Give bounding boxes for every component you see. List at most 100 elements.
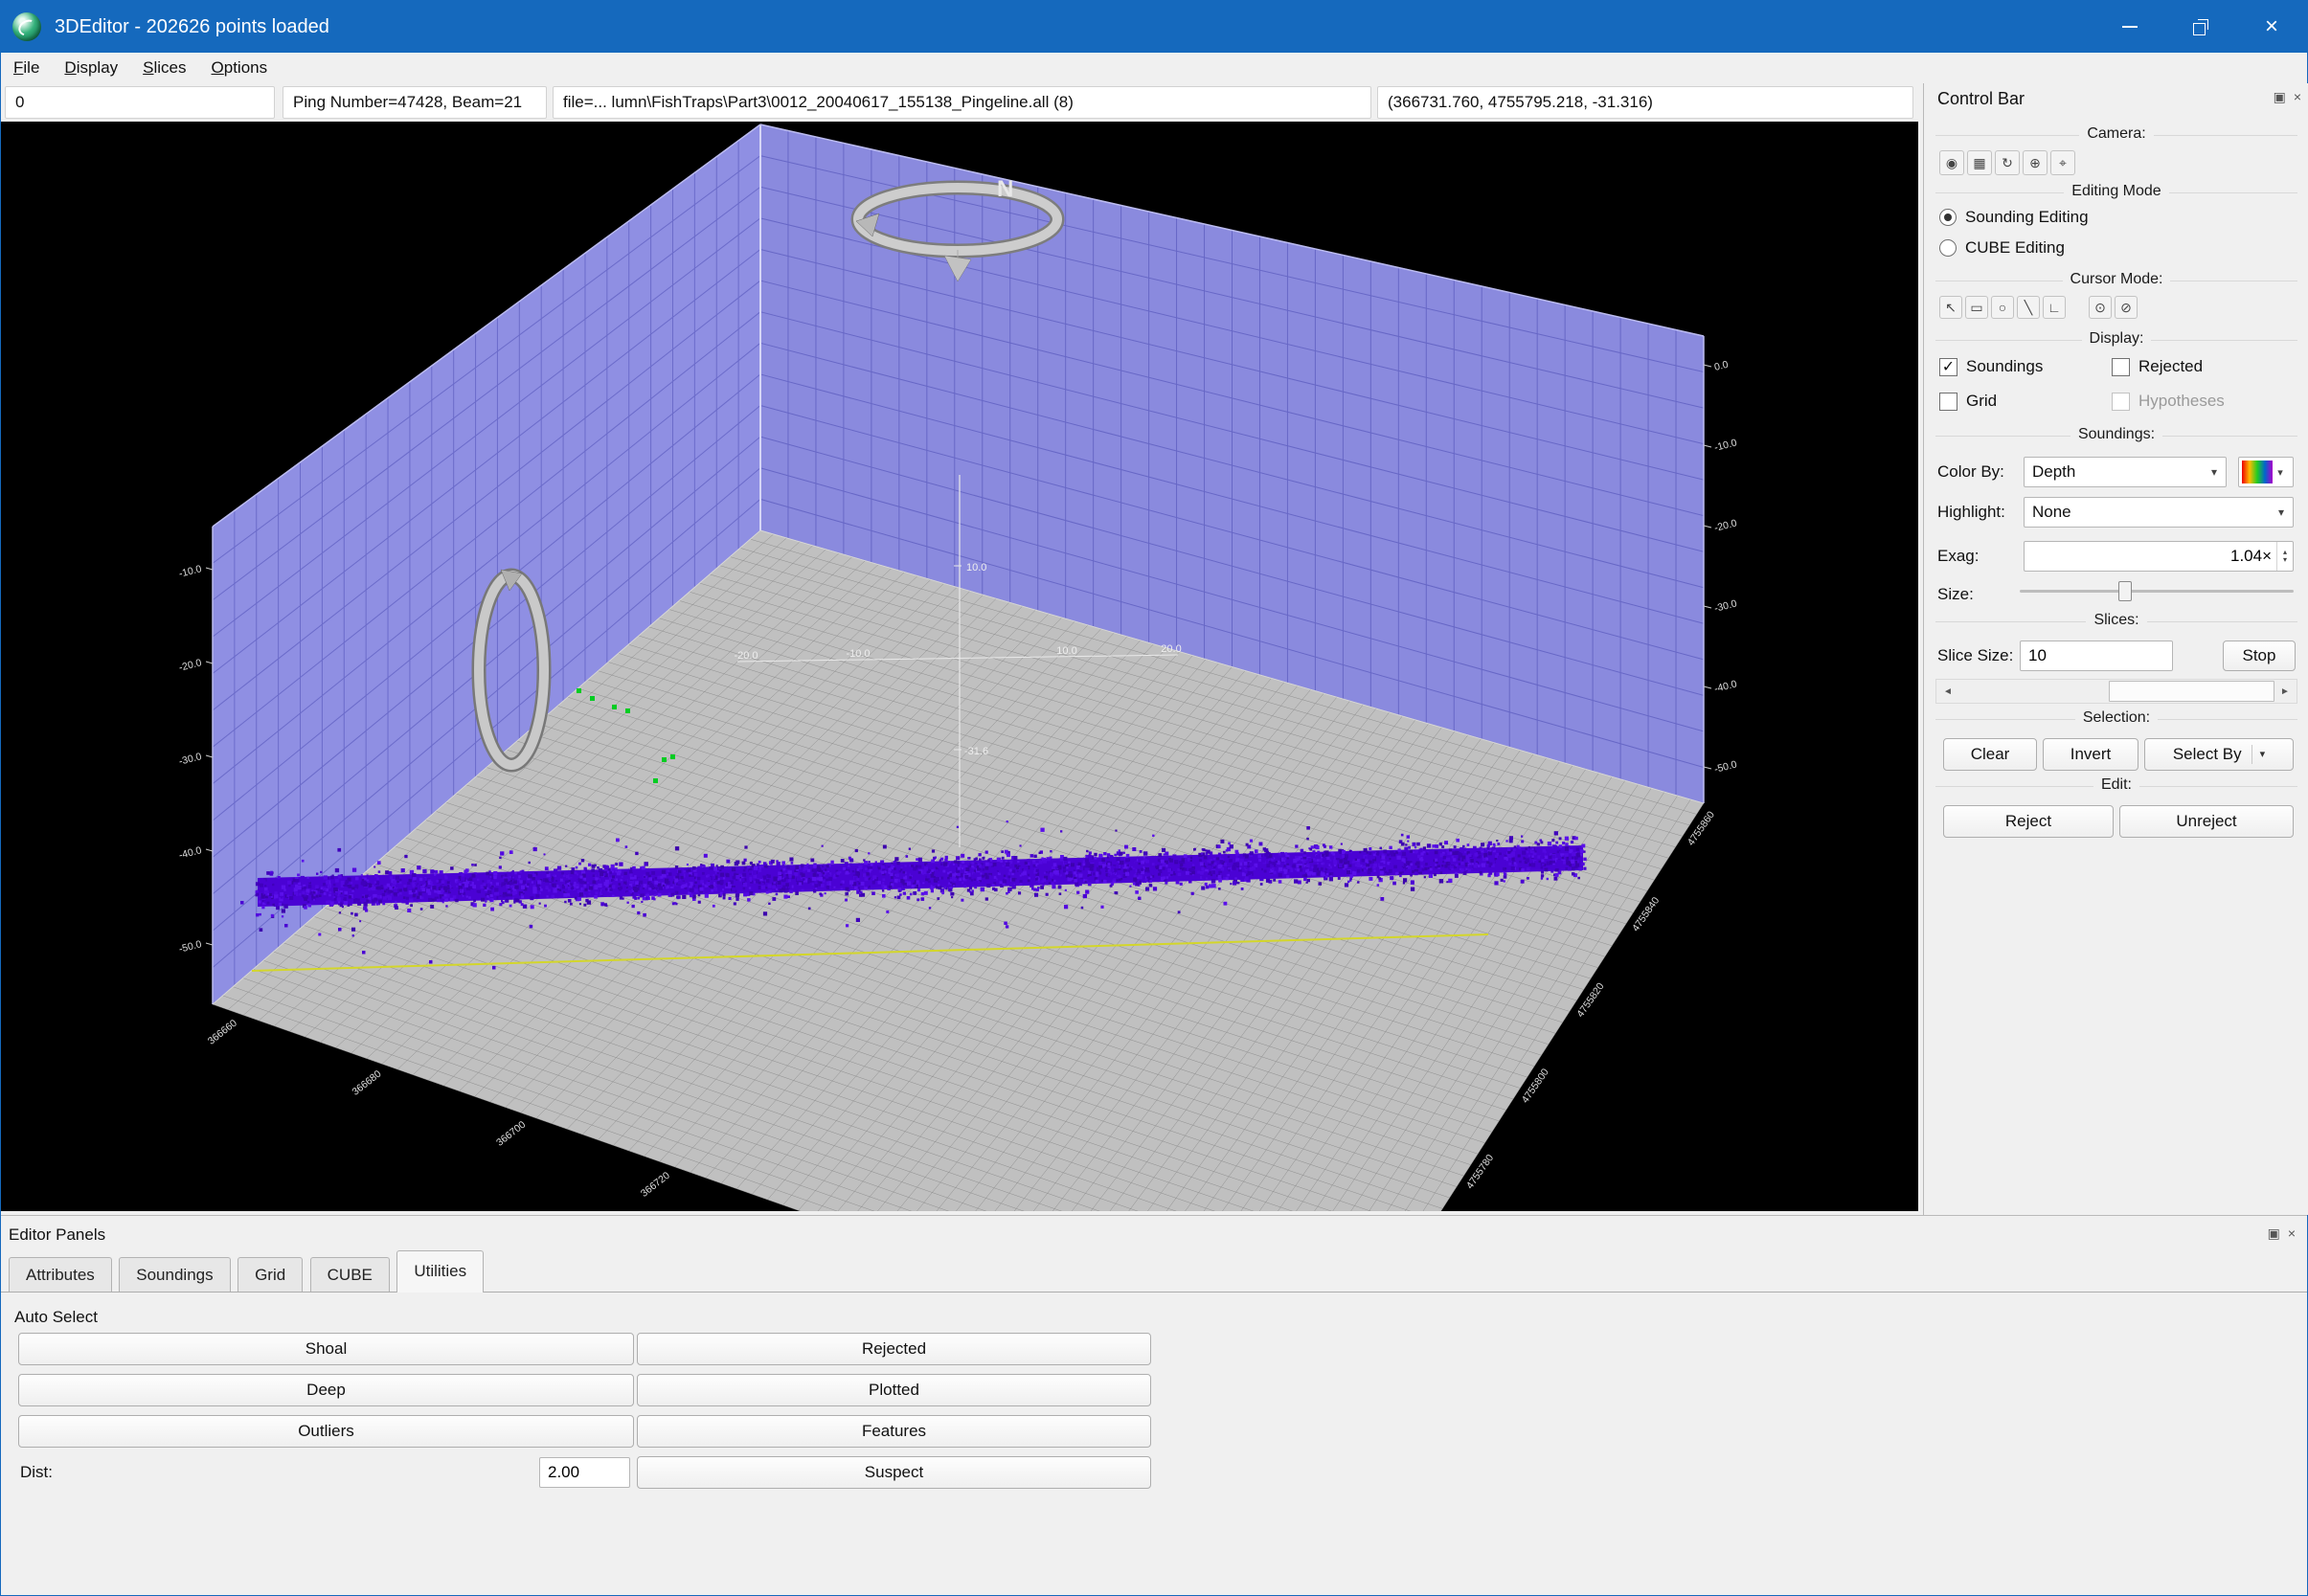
slice-scrollbar[interactable]: ◄ ► xyxy=(1935,679,2297,704)
colormap-button[interactable]: ▾ xyxy=(2238,457,2294,487)
cursor-line-button[interactable]: ╲ xyxy=(2017,296,2040,319)
colormap-icon xyxy=(2242,461,2273,483)
tab-grid[interactable]: Grid xyxy=(238,1257,303,1293)
tab-soundings[interactable]: Soundings xyxy=(119,1257,230,1293)
slices-section-label: Slices: xyxy=(2086,612,2146,629)
size-slider[interactable] xyxy=(2020,579,2294,603)
cursor-point-remove-button[interactable]: ⊘ xyxy=(2115,296,2138,319)
auto-select-suspect-button[interactable]: Suspect xyxy=(637,1456,1151,1489)
highlight-label: Highlight: xyxy=(1937,503,2005,522)
exag-label: Exag: xyxy=(1937,547,1979,566)
dock-float-icon[interactable]: ▣ xyxy=(2274,89,2286,105)
svg-text:-20.0: -20.0 xyxy=(734,650,758,662)
svg-text:-31.6: -31.6 xyxy=(964,746,988,757)
scroll-right-icon[interactable]: ► xyxy=(2274,680,2297,703)
svg-text:-10.0: -10.0 xyxy=(846,648,870,660)
spin-down-icon: ▾ xyxy=(2283,556,2287,564)
auto-select-outliers-button[interactable]: Outliers xyxy=(18,1415,634,1448)
svg-text:10.0: 10.0 xyxy=(1056,645,1076,657)
chevron-down-icon: ▾ xyxy=(2273,466,2288,479)
svg-text:20.0: 20.0 xyxy=(1161,643,1181,655)
menu-options[interactable]: Options xyxy=(199,53,281,83)
slice-size-input[interactable] xyxy=(2020,641,2173,671)
auto-select-label: Auto Select xyxy=(14,1308,98,1327)
select-by-button[interactable]: Select By▾ xyxy=(2144,738,2294,771)
status-count-field: 0 xyxy=(5,86,275,119)
dock-float-icon[interactable]: ▣ xyxy=(2268,1225,2280,1242)
scrollbar-thumb[interactable] xyxy=(2109,681,2274,702)
dist-input[interactable] xyxy=(539,1457,630,1488)
unreject-button[interactable]: Unreject xyxy=(2119,805,2294,838)
minimize-button[interactable] xyxy=(2094,1,2165,53)
auto-select-plotted-button[interactable]: Plotted xyxy=(637,1374,1151,1406)
status-ping-beam-field: Ping Number=47428, Beam=21 xyxy=(283,86,547,119)
camera-reset-button[interactable]: ⌖ xyxy=(2050,150,2075,175)
selection-section-label: Selection: xyxy=(2075,709,2158,727)
radio-sounding-editing[interactable]: Sounding Editing xyxy=(1939,208,2089,227)
svg-text:N: N xyxy=(997,176,1013,202)
display-section-label: Display: xyxy=(2082,330,2152,348)
control-bar: Control Bar ▣ × Camera: ◉ ▦ ↻ ⊕ ⌖ Editin… xyxy=(1923,83,2308,1215)
scroll-left-icon[interactable]: ◄ xyxy=(1936,680,1959,703)
auto-select-deep-button[interactable]: Deep xyxy=(18,1374,634,1406)
camera-rotate-button[interactable]: ↻ xyxy=(1995,150,2020,175)
title-bar: 3DEditor - 202626 points loaded × xyxy=(1,1,2307,53)
camera-zoom-button[interactable]: ⊕ xyxy=(2023,150,2048,175)
control-bar-title: Control Bar xyxy=(1937,89,2025,109)
app-window: 3DEditor - 202626 points loaded × File D… xyxy=(0,0,2308,1596)
editor-panels: Editor Panels ▣ × Attributes Soundings G… xyxy=(1,1215,2307,1595)
auto-select-features-button[interactable]: Features xyxy=(637,1415,1151,1448)
checkbox-soundings[interactable]: ✓Soundings xyxy=(1939,357,2043,376)
radio-cube-editing[interactable]: CUBE Editing xyxy=(1939,238,2065,258)
cursor-select-button[interactable]: ↖ xyxy=(1939,296,1962,319)
menu-display[interactable]: Display xyxy=(52,53,130,83)
exag-spinner[interactable]: ▴▾ xyxy=(2276,542,2293,571)
cursor-lasso-select-button[interactable]: ○ xyxy=(1991,296,2014,319)
cursor-rect-select-button[interactable]: ▭ xyxy=(1965,296,1988,319)
slider-track xyxy=(2020,590,2294,593)
3d-viewport[interactable]: N10.0-31.6-20.0-10.010.020.00.0-10.0-20.… xyxy=(1,122,1918,1211)
cursor-corner-button[interactable]: ∟ xyxy=(2043,296,2066,319)
editor-tab-bar: Attributes Soundings Grid CUBE Utilities xyxy=(9,1248,2307,1293)
chevron-down-icon: ▾ xyxy=(2203,465,2226,479)
clear-button[interactable]: Clear xyxy=(1943,738,2037,771)
checkbox-rejected[interactable]: Rejected xyxy=(2112,357,2203,376)
menu-file[interactable]: File xyxy=(1,53,52,83)
slice-size-label: Slice Size: xyxy=(1937,646,2013,665)
reject-button[interactable]: Reject xyxy=(1943,805,2114,838)
status-bar: 0 Ping Number=47428, Beam=21 file=... lu… xyxy=(1,83,1918,122)
size-label: Size: xyxy=(1937,585,1974,604)
stop-button[interactable]: Stop xyxy=(2223,641,2296,671)
cursor-point-add-button[interactable]: ⊙ xyxy=(2089,296,2112,319)
dock-close-icon[interactable]: × xyxy=(2288,1225,2296,1242)
auto-select-rejected-button[interactable]: Rejected xyxy=(637,1333,1151,1365)
menu-bar: File Display Slices Options xyxy=(1,53,2307,83)
exag-input[interactable] xyxy=(2025,542,2276,571)
maximize-button[interactable] xyxy=(2165,1,2236,53)
tab-attributes[interactable]: Attributes xyxy=(9,1257,112,1293)
close-button[interactable]: × xyxy=(2236,1,2307,53)
status-coordinates-field: (366731.760, 4755795.218, -31.316) xyxy=(1377,86,1913,119)
chevron-down-icon: ▾ xyxy=(2251,745,2266,764)
dock-close-icon[interactable]: × xyxy=(2294,89,2301,105)
camera-orbit-button[interactable]: ◉ xyxy=(1939,150,1964,175)
status-file-field: file=... lumn\FishTraps\Part3\0012_20040… xyxy=(553,86,1371,119)
editing-mode-label: Editing Mode xyxy=(2064,183,2168,200)
tab-cube[interactable]: CUBE xyxy=(310,1257,390,1293)
camera-section-label: Camera: xyxy=(2079,125,2153,143)
checkbox-hypotheses: Hypotheses xyxy=(2112,392,2225,411)
color-by-dropdown[interactable]: Depth▾ xyxy=(2024,457,2227,487)
camera-plan-view-button[interactable]: ▦ xyxy=(1967,150,1992,175)
highlight-dropdown[interactable]: None▾ xyxy=(2024,497,2294,528)
exag-spinbox: ▴▾ xyxy=(2024,541,2294,572)
checkbox-grid[interactable]: Grid xyxy=(1939,392,1997,411)
invert-button[interactable]: Invert xyxy=(2043,738,2138,771)
cursor-mode-label: Cursor Mode: xyxy=(2063,271,2171,288)
scene-svg[interactable]: N10.0-31.6-20.0-10.010.020.00.0-10.0-20.… xyxy=(1,122,1918,1211)
tab-utilities[interactable]: Utilities xyxy=(396,1250,484,1293)
menu-slices[interactable]: Slices xyxy=(130,53,198,83)
chevron-down-icon: ▾ xyxy=(2270,506,2293,519)
slider-thumb[interactable] xyxy=(2118,581,2132,601)
restore-icon xyxy=(2193,19,2208,34)
auto-select-shoal-button[interactable]: Shoal xyxy=(18,1333,634,1365)
